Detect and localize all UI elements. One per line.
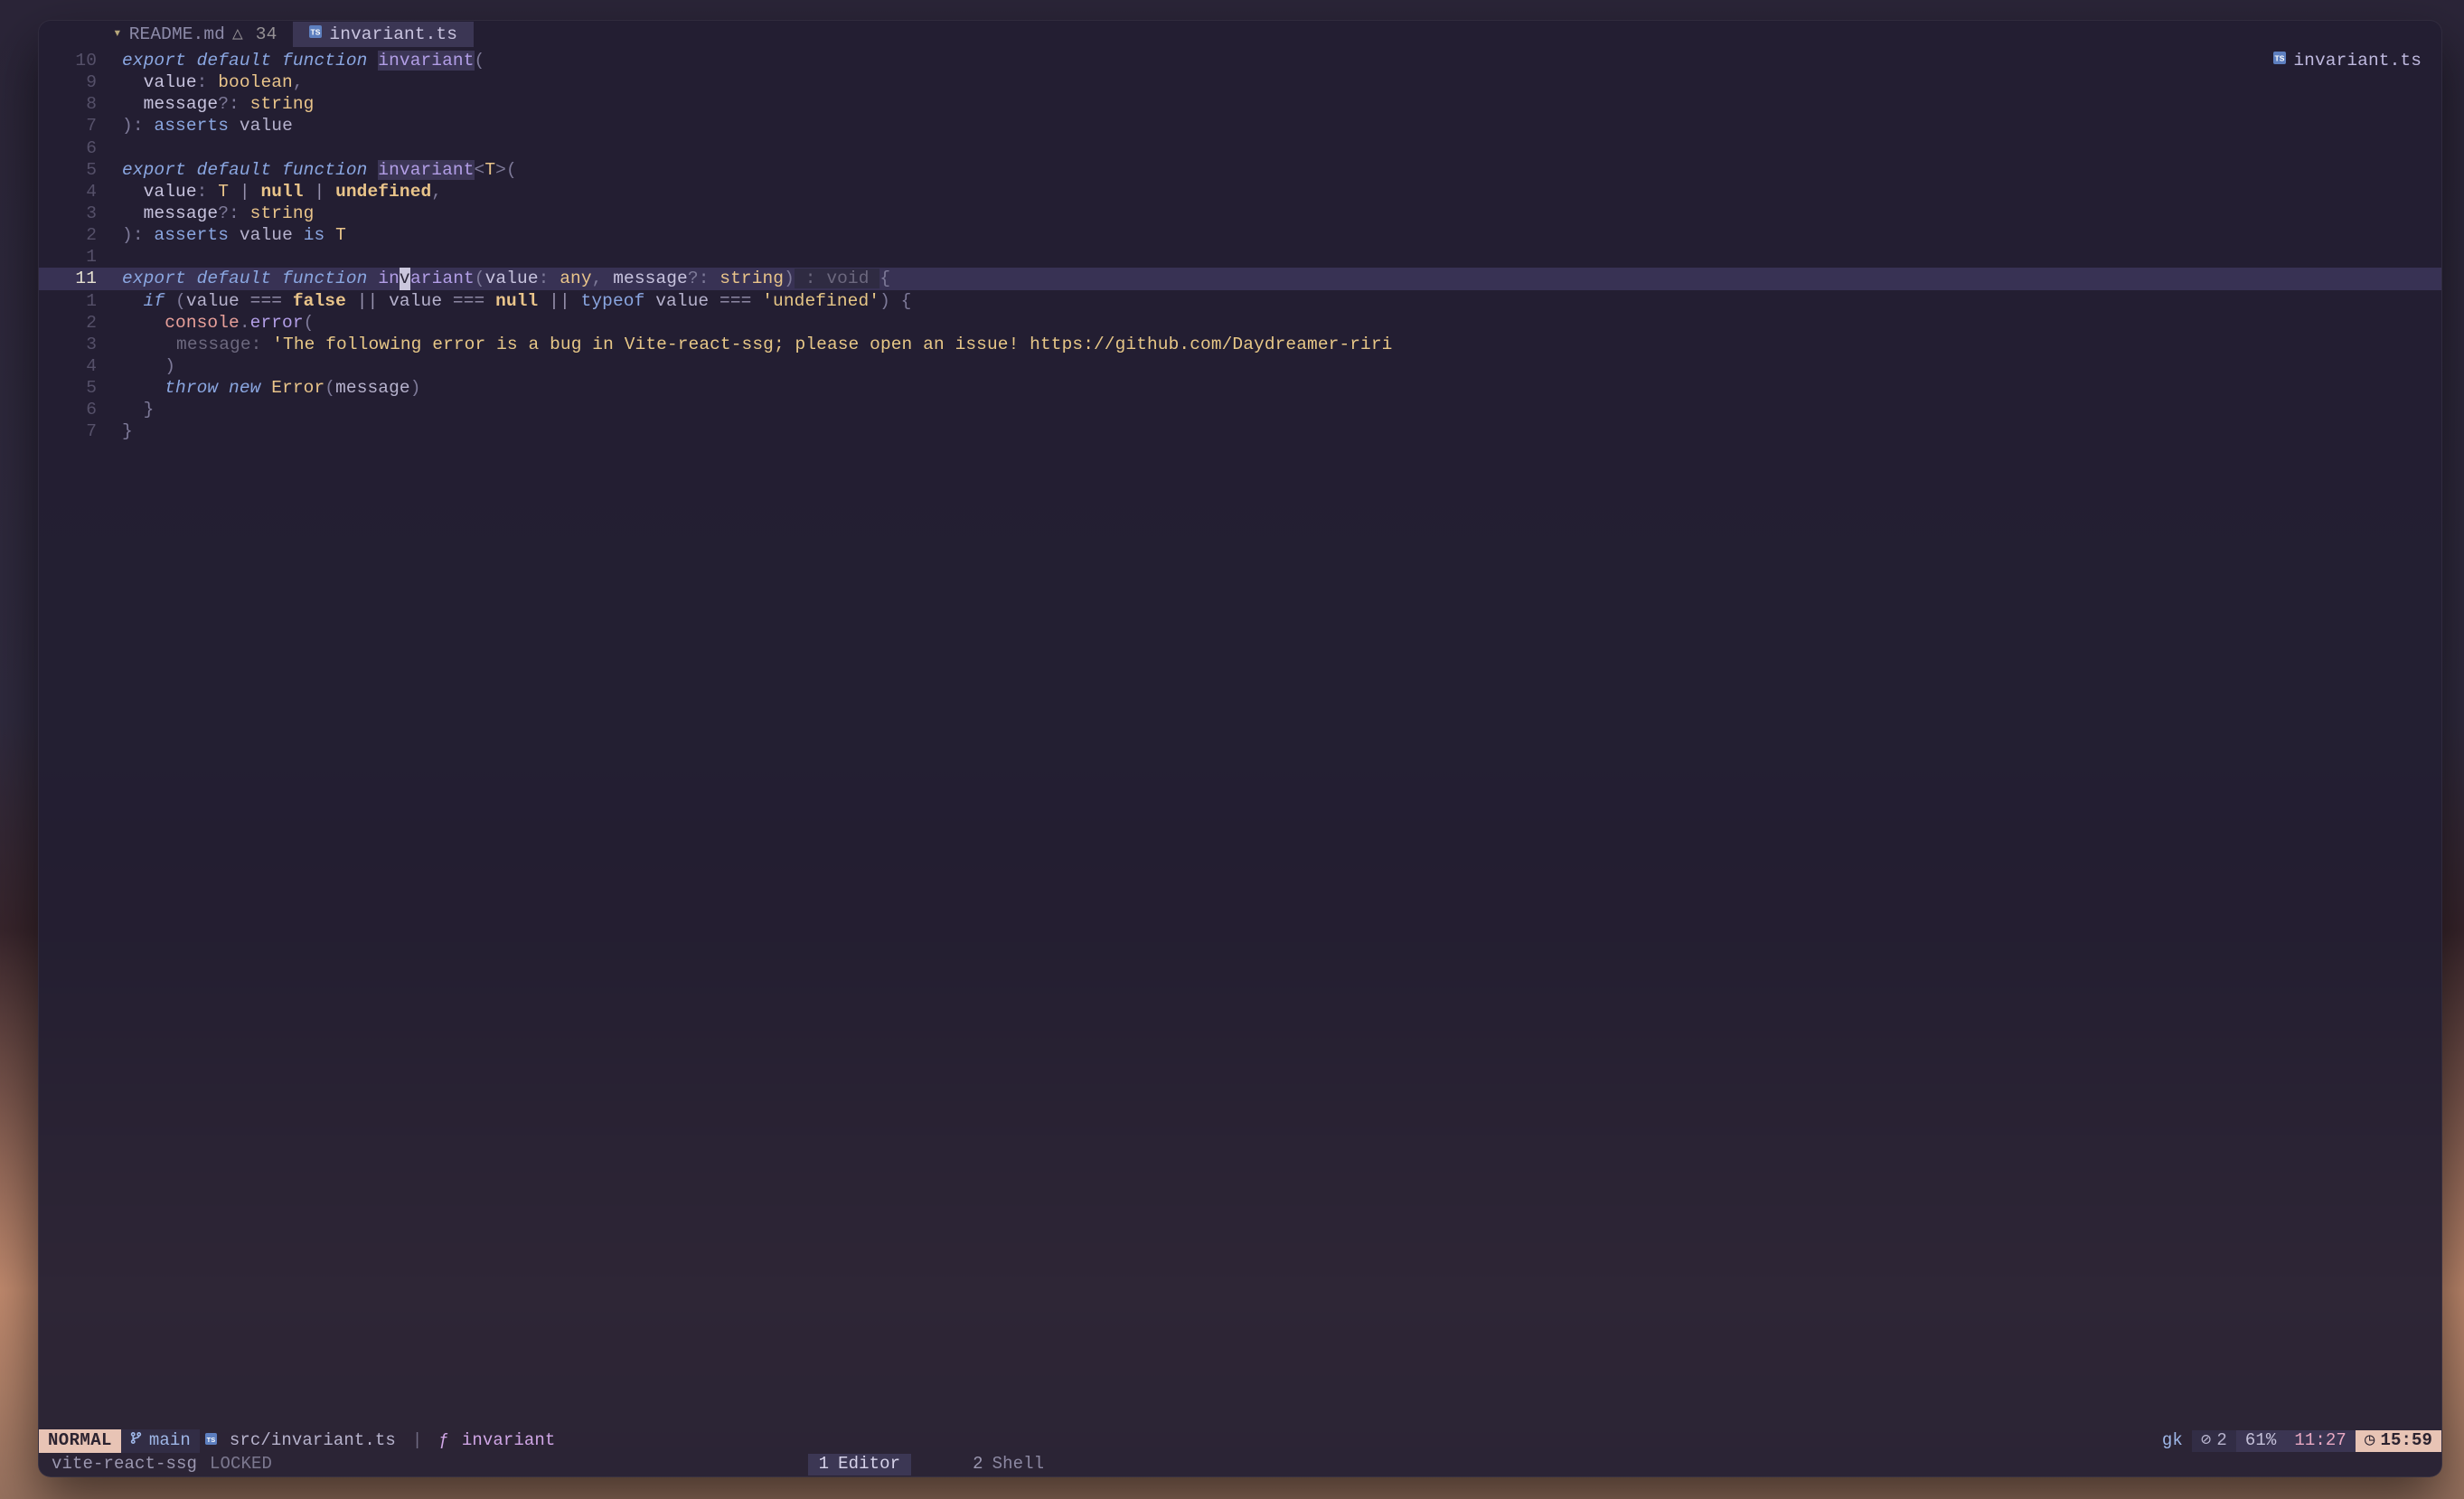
line-number: 2 bbox=[39, 224, 122, 246]
line-number: 2 bbox=[39, 312, 122, 334]
mode-indicator: NORMAL bbox=[39, 1429, 121, 1453]
line-number: 5 bbox=[39, 159, 122, 181]
ts-file-icon: TS bbox=[205, 1430, 217, 1452]
cursor-position: 11:27 bbox=[2285, 1430, 2356, 1452]
line-number: 6 bbox=[39, 399, 122, 420]
line-number: 3 bbox=[39, 334, 122, 355]
code-row: 2 ): asserts value is T bbox=[39, 224, 2441, 246]
line-number: 4 bbox=[39, 355, 122, 377]
code-row: 7 } bbox=[39, 420, 2441, 442]
terminal-window: ▾ README.md △ 34 TS invariant.ts TS inva… bbox=[38, 20, 2442, 1477]
line-number: 3 bbox=[39, 203, 122, 224]
session-name[interactable]: vite-react-ssg bbox=[44, 1454, 204, 1475]
code-row: 5 throw new Error(message) bbox=[39, 377, 2441, 399]
function-icon: ƒ bbox=[438, 1430, 449, 1452]
diagnostics-count: 2 bbox=[2216, 1430, 2227, 1452]
scroll-percent: 61% bbox=[2236, 1430, 2286, 1452]
code-row: 3 message?: string bbox=[39, 203, 2441, 224]
code-row: 8 message?: string bbox=[39, 93, 2441, 115]
line-number: 4 bbox=[39, 181, 122, 203]
git-branch-icon bbox=[130, 1430, 142, 1452]
code-row: 4 value: T | null | undefined, bbox=[39, 181, 2441, 203]
code-row: 1 bbox=[39, 246, 2441, 268]
svg-text:TS: TS bbox=[207, 1436, 216, 1444]
tab-readme[interactable]: ▾ README.md △ 34 bbox=[97, 22, 293, 47]
branch-name: main bbox=[149, 1430, 191, 1452]
clock-icon: ◷ bbox=[2365, 1430, 2375, 1452]
line-number: 7 bbox=[39, 420, 122, 442]
code-row: 6 } bbox=[39, 399, 2441, 420]
md-file-icon: ▾ bbox=[113, 25, 122, 43]
tab-label: README.md bbox=[129, 24, 225, 45]
line-number: 5 bbox=[39, 377, 122, 399]
git-branch: main bbox=[121, 1429, 200, 1453]
svg-text:TS: TS bbox=[311, 27, 321, 36]
tab-label: invariant.ts bbox=[329, 24, 457, 45]
line-number: 1 bbox=[39, 290, 122, 312]
winbar: TS invariant.ts bbox=[2273, 50, 2422, 71]
tmux-statusline: vite-react-ssg LOCKED 1 Editor 2 Shell bbox=[39, 1453, 2441, 1476]
modified-icon: △ bbox=[232, 24, 243, 45]
code-row: 1 if (value === false || value === null … bbox=[39, 290, 2441, 312]
ts-file-icon: TS bbox=[309, 25, 322, 44]
ts-file-icon: TS bbox=[2273, 52, 2286, 71]
session-state: LOCKED bbox=[204, 1454, 277, 1475]
inlay-hint: message: bbox=[176, 335, 272, 354]
line-number: 10 bbox=[39, 50, 122, 71]
code-row: 5 export default function invariant<T>( bbox=[39, 159, 2441, 181]
diagnostics-icon: ⊘ bbox=[2201, 1430, 2212, 1452]
clock: ◷ 15:59 bbox=[2356, 1430, 2441, 1452]
context-function: ƒinvariant bbox=[429, 1429, 564, 1453]
line-number: 9 bbox=[39, 71, 122, 93]
tab-invariant[interactable]: TS invariant.ts bbox=[293, 22, 474, 47]
code-row: 2 console.error( bbox=[39, 312, 2441, 334]
inlay-hint: : void bbox=[795, 269, 879, 288]
code-row: 6 bbox=[39, 137, 2441, 159]
cursor: v bbox=[400, 268, 410, 289]
diagnostics[interactable]: ⊘ 2 bbox=[2192, 1430, 2236, 1452]
code-row: 3 message: 'The following error is a bug… bbox=[39, 334, 2441, 355]
line-number: 8 bbox=[39, 93, 122, 115]
line-number: 6 bbox=[39, 137, 122, 159]
svg-text:TS: TS bbox=[2275, 53, 2285, 62]
line-number: 7 bbox=[39, 115, 122, 137]
winbar-filename: invariant.ts bbox=[2293, 50, 2422, 71]
code-row-current: 11 export default function invariant(val… bbox=[39, 268, 2441, 289]
code-row: 10 export default function invariant( bbox=[39, 50, 2441, 71]
code-row: 9 value: boolean, bbox=[39, 71, 2441, 93]
keymap-indicator: gk bbox=[2153, 1430, 2192, 1452]
code-row: 4 ) bbox=[39, 355, 2441, 377]
separator: | bbox=[405, 1429, 430, 1453]
editor-pane[interactable]: TS invariant.ts 10 export default functi… bbox=[39, 48, 2441, 1429]
tmux-window-editor[interactable]: 1 Editor bbox=[808, 1454, 912, 1475]
statusline: NORMAL main TS src/invariant.ts | ƒinvar… bbox=[39, 1429, 2441, 1453]
file-path: TS src/invariant.ts bbox=[200, 1429, 405, 1453]
tabbar: ▾ README.md △ 34 TS invariant.ts bbox=[39, 21, 2441, 48]
code-row: 7 ): asserts value bbox=[39, 115, 2441, 137]
line-number: 1 bbox=[39, 246, 122, 268]
tab-badge: 34 bbox=[256, 24, 277, 45]
tmux-window-shell[interactable]: 2 Shell bbox=[962, 1454, 1055, 1475]
line-number: 11 bbox=[39, 268, 122, 289]
